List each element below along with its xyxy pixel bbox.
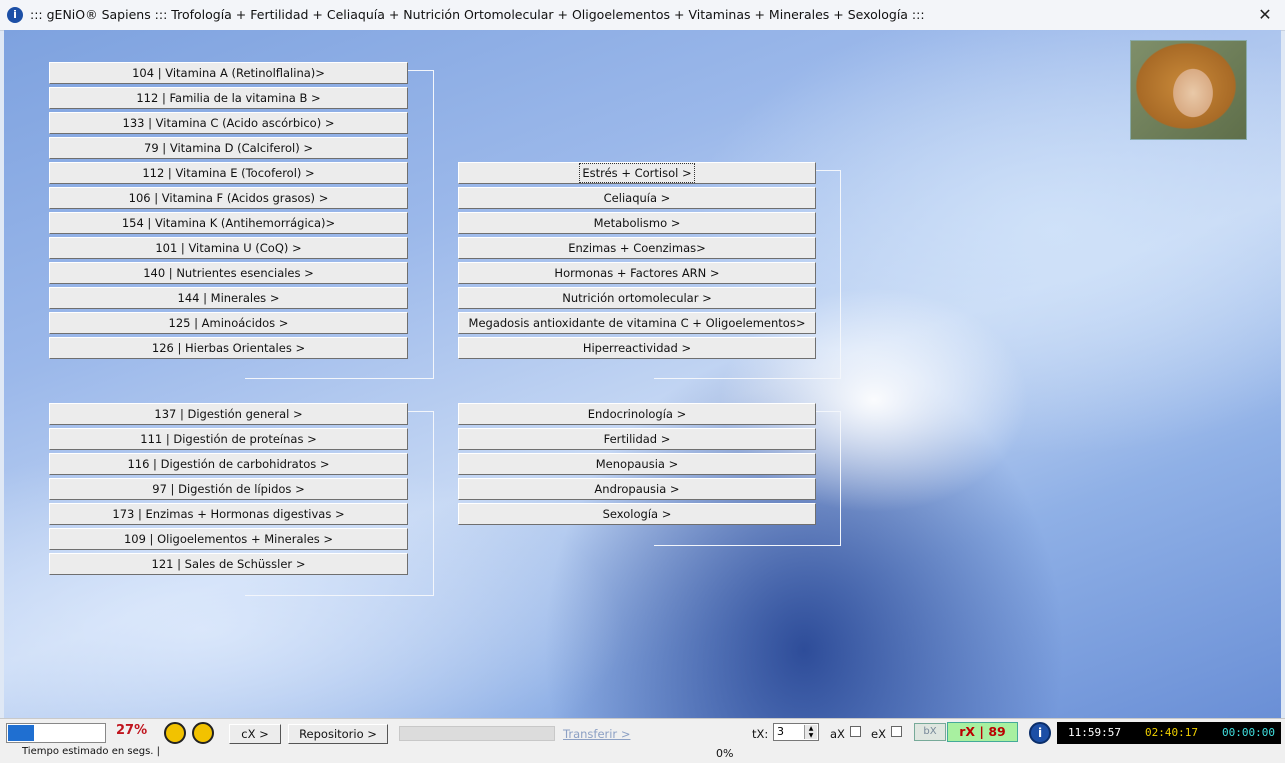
clock-panel: 11:59:57 02:40:17 00:00:00 bbox=[1057, 722, 1281, 744]
vitamin-button-6[interactable]: 154 | Vitamina K (Antihemorrágica)> bbox=[49, 212, 408, 234]
tx-label: tX: bbox=[752, 727, 769, 741]
hormonal-button-0[interactable]: Endocrinología > bbox=[458, 403, 816, 425]
hormonal-button-3[interactable]: Andropausia > bbox=[458, 478, 816, 500]
vitamin-button-label: 154 | Vitamina K (Antihemorrágica)> bbox=[121, 216, 336, 230]
vitamin-button-label: 101 | Vitamina U (CoQ) > bbox=[155, 241, 302, 255]
topic-button-1[interactable]: Celiaquía > bbox=[458, 187, 816, 209]
vitamin-button-9[interactable]: 144 | Minerales > bbox=[49, 287, 408, 309]
ax-label: aX bbox=[830, 727, 845, 741]
digestion-button-1[interactable]: 111 | Digestión de proteínas > bbox=[49, 428, 408, 450]
topic-button-label: Nutrición ortomolecular > bbox=[562, 291, 712, 305]
topic-button-3[interactable]: Enzimas + Coenzimas> bbox=[458, 237, 816, 259]
vitamin-button-0[interactable]: 104 | Vitamina A (Retinolflalina)> bbox=[49, 62, 408, 84]
digestion-button-label: 116 | Digestión de carbohidratos > bbox=[127, 457, 330, 471]
current-time: 11:59:57 bbox=[1068, 726, 1121, 739]
desktop-background: 104 | Vitamina A (Retinolflalina)> 112 | … bbox=[4, 30, 1281, 718]
vitamin-button-11[interactable]: 126 | Hierbas Orientales > bbox=[49, 337, 408, 359]
vitamin-button-1[interactable]: 112 | Familia de la vitamina B > bbox=[49, 87, 408, 109]
vitamin-button-label: 126 | Hierbas Orientales > bbox=[151, 341, 306, 355]
tx-spinner[interactable]: 3 ▲ ▼ bbox=[773, 723, 819, 741]
vitamin-button-label: 106 | Vitamina F (Acidos grasos) > bbox=[128, 191, 329, 205]
spinner-arrows-icon[interactable]: ▲ ▼ bbox=[804, 725, 817, 739]
vitamin-button-label: 125 | Aminoácidos > bbox=[168, 316, 289, 330]
topic-button-2[interactable]: Metabolismo > bbox=[458, 212, 816, 234]
stop-round-button[interactable] bbox=[164, 722, 186, 744]
window-titlebar: i ::: gENiO® Sapiens ::: Trofología + Fe… bbox=[0, 0, 1285, 31]
topic-button-label: Megadosis antioxidante de vitamina C + O… bbox=[468, 316, 806, 330]
digestion-button-6[interactable]: 121 | Sales de Schüssler > bbox=[49, 553, 408, 575]
transferir-link[interactable]: Transferir > bbox=[563, 727, 630, 741]
progress-percent: 27% bbox=[116, 723, 148, 738]
vitamin-button-label: 140 | Nutrientes esenciales > bbox=[143, 266, 314, 280]
vitamin-button-8[interactable]: 140 | Nutrientes esenciales > bbox=[49, 262, 408, 284]
hormonal-button-2[interactable]: Menopausia > bbox=[458, 453, 816, 475]
info-icon[interactable]: i bbox=[1029, 722, 1051, 744]
digestion-button-3[interactable]: 97 | Digestión de lípidos > bbox=[49, 478, 408, 500]
topic-button-label: Estrés + Cortisol > bbox=[579, 163, 695, 183]
vitamin-button-label: 79 | Vitamina D (Calciferol) > bbox=[144, 141, 313, 155]
digestion-button-2[interactable]: 116 | Digestión de carbohidratos > bbox=[49, 453, 408, 475]
venus-portrait-image bbox=[1130, 40, 1247, 140]
vitamin-button-label: 112 | Vitamina E (Tocoferol) > bbox=[142, 166, 315, 180]
ax-checkbox[interactable] bbox=[850, 726, 861, 737]
hormonal-button-label: Menopausia > bbox=[595, 457, 679, 471]
app-info-icon[interactable]: i bbox=[7, 7, 23, 23]
status-bar: 27% cX > Repositorio > Transferir > tX: … bbox=[0, 718, 1285, 763]
elapsed-time: 02:40:17 bbox=[1145, 726, 1198, 739]
vitamin-button-3[interactable]: 79 | Vitamina D (Calciferol) > bbox=[49, 137, 408, 159]
topic-button-6[interactable]: Megadosis antioxidante de vitamina C + O… bbox=[458, 312, 816, 334]
cx-button[interactable]: cX > bbox=[229, 724, 281, 744]
estimate-label: Tiempo estimado en segs. | bbox=[22, 746, 161, 757]
vitamin-button-2[interactable]: 133 | Vitamina C (Acido ascórbico) > bbox=[49, 112, 408, 134]
close-button[interactable]: ✕ bbox=[1253, 4, 1277, 26]
eject-round-button[interactable] bbox=[192, 722, 214, 744]
window-title: ::: gENiO® Sapiens ::: Trofología + Fert… bbox=[30, 7, 925, 22]
tx-value: 3 bbox=[777, 725, 784, 738]
digestion-button-label: 109 | Oligoelementos + Minerales > bbox=[123, 532, 334, 546]
vitamin-button-label: 104 | Vitamina A (Retinolflalina)> bbox=[132, 66, 325, 80]
repositorio-button[interactable]: Repositorio > bbox=[288, 724, 388, 744]
topic-button-label: Celiaquía > bbox=[603, 191, 671, 205]
topic-button-5[interactable]: Nutrición ortomolecular > bbox=[458, 287, 816, 309]
hormonal-button-1[interactable]: Fertilidad > bbox=[458, 428, 816, 450]
topic-button-label: Enzimas + Coenzimas> bbox=[568, 241, 706, 255]
topic-button-4[interactable]: Hormonas + Factores ARN > bbox=[458, 262, 816, 284]
digestion-button-5[interactable]: 109 | Oligoelementos + Minerales > bbox=[49, 528, 408, 550]
progress-bar bbox=[6, 723, 106, 743]
ex-label: eX bbox=[871, 727, 886, 741]
remaining-time: 00:00:00 bbox=[1222, 726, 1275, 739]
hormonal-button-label: Fertilidad > bbox=[603, 432, 671, 446]
topic-button-label: Hiperreactividad > bbox=[582, 341, 692, 355]
vitamin-button-7[interactable]: 101 | Vitamina U (CoQ) > bbox=[49, 237, 408, 259]
hormonal-button-label: Endocrinología > bbox=[587, 407, 687, 421]
vitamin-button-label: 144 | Minerales > bbox=[177, 291, 280, 305]
vitamin-button-label: 133 | Vitamina C (Acido ascórbico) > bbox=[122, 116, 335, 130]
digestion-button-4[interactable]: 173 | Enzimas + Hormonas digestivas > bbox=[49, 503, 408, 525]
vitamin-button-4[interactable]: 112 | Vitamina E (Tocoferol) > bbox=[49, 162, 408, 184]
hormonal-button-4[interactable]: Sexología > bbox=[458, 503, 816, 525]
topic-button-0[interactable]: Estrés + Cortisol > bbox=[458, 162, 816, 184]
topic-button-7[interactable]: Hiperreactividad > bbox=[458, 337, 816, 359]
digestion-button-label: 97 | Digestión de lípidos > bbox=[152, 482, 305, 496]
vitamin-button-label: 112 | Familia de la vitamina B > bbox=[136, 91, 321, 105]
transfer-field[interactable] bbox=[399, 726, 555, 741]
digestion-button-label: 173 | Enzimas + Hormonas digestivas > bbox=[112, 507, 345, 521]
progress-fill bbox=[8, 725, 34, 741]
topic-button-label: Metabolismo > bbox=[593, 216, 681, 230]
digestion-button-label: 111 | Digestión de proteínas > bbox=[140, 432, 317, 446]
hormonal-button-label: Andropausia > bbox=[594, 482, 680, 496]
bx-button[interactable]: bX bbox=[914, 723, 946, 741]
bottom-percent: 0% bbox=[716, 747, 734, 760]
topic-button-label: Hormonas + Factores ARN > bbox=[554, 266, 720, 280]
ex-checkbox[interactable] bbox=[891, 726, 902, 737]
vitamin-button-10[interactable]: 125 | Aminoácidos > bbox=[49, 312, 408, 334]
digestion-button-label: 137 | Digestión general > bbox=[154, 407, 303, 421]
digestion-button-label: 121 | Sales de Schüssler > bbox=[151, 557, 306, 571]
vitamin-button-5[interactable]: 106 | Vitamina F (Acidos grasos) > bbox=[49, 187, 408, 209]
hormonal-button-label: Sexología > bbox=[602, 507, 672, 521]
rx-counter[interactable]: rX | 89 bbox=[947, 722, 1018, 742]
digestion-button-0[interactable]: 137 | Digestión general > bbox=[49, 403, 408, 425]
